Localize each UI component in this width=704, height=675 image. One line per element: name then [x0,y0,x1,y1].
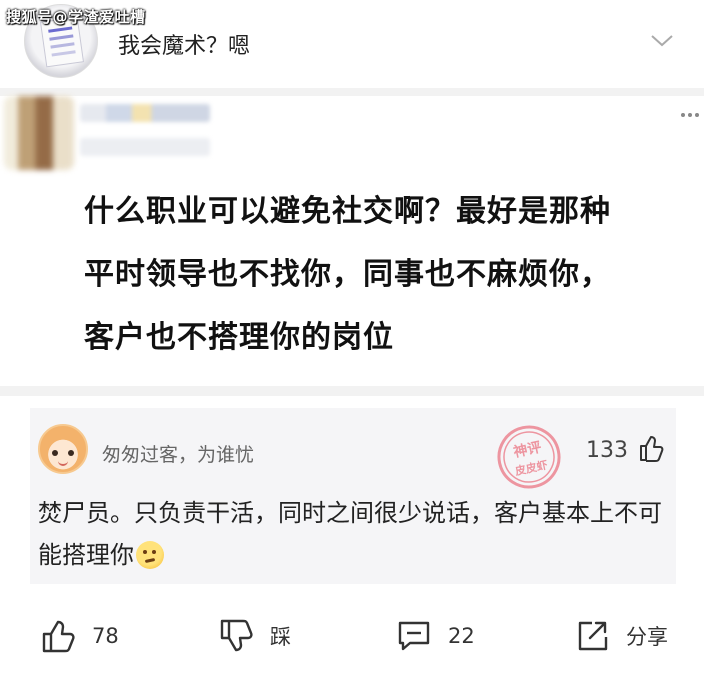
divider [0,88,704,96]
stamp-text-top: 神评 [512,438,543,460]
post-line: 什么职业可以避免社交啊？最好是那种 [84,194,611,229]
like-count: 78 [92,624,119,648]
post-line: 平时领导也不找你，同事也不麻烦你， [84,257,611,292]
author-name-blurred [80,104,210,122]
comment-count: 22 [448,624,475,648]
author-avatar-blurred[interactable] [4,96,74,170]
divider [0,386,704,396]
post-meta-blurred [80,138,210,156]
stamp-text-bottom: 皮皮虾 [513,457,549,478]
dislike-label: 踩 [270,625,291,649]
topic-title: 我会魔术？嗯 [118,34,251,59]
action-bar: 78 踩 22 分享 [0,606,704,666]
more-dots-icon[interactable] [680,112,700,118]
top-comment[interactable]: 匆匆过客，为谁忧 神评 皮皮虾 133 焚尸员。只负责干活，同时之间很少说话，客… [30,408,676,584]
chevron-down-icon[interactable] [650,30,674,50]
share-icon [578,621,608,651]
comment-icon [398,621,430,651]
share-label: 分享 [626,625,668,649]
god-comment-stamp: 神评 皮皮虾 [497,425,561,489]
post-text: 什么职业可以避免社交啊？最好是那种 平时领导也不找你，同事也不麻烦你， 客户也不… [84,180,684,369]
commenter-avatar[interactable] [38,424,88,474]
thumbs-up-icon[interactable] [638,434,664,462]
commenter-name[interactable]: 匆匆过客，为谁忧 [102,440,254,467]
post: 什么职业可以避免社交啊？最好是那种 平时领导也不找你，同事也不麻烦你， 客户也不… [0,96,704,386]
thumbs-up-icon [42,620,75,653]
thinking-emoji-icon [136,541,164,569]
share-button[interactable]: 分享 [574,606,668,666]
like-button[interactable]: 78 [40,606,119,666]
comment-text: 焚尸员。只负责干活，同时之间很少说话，客户基本上不可能搭理你 [38,492,674,576]
comment-like-count: 133 [586,438,628,463]
comment-text-body: 焚尸员。只负责干活，同时之间很少说话，客户基本上不可能搭理你 [38,499,662,569]
comment-button[interactable]: 22 [396,606,475,666]
watermark: 搜狐号@学渣爱吐槽 [6,8,146,26]
dislike-button[interactable]: 踩 [218,606,291,666]
post-line: 客户也不搭理你的岗位 [84,320,394,355]
thumbs-down-icon [220,619,253,652]
